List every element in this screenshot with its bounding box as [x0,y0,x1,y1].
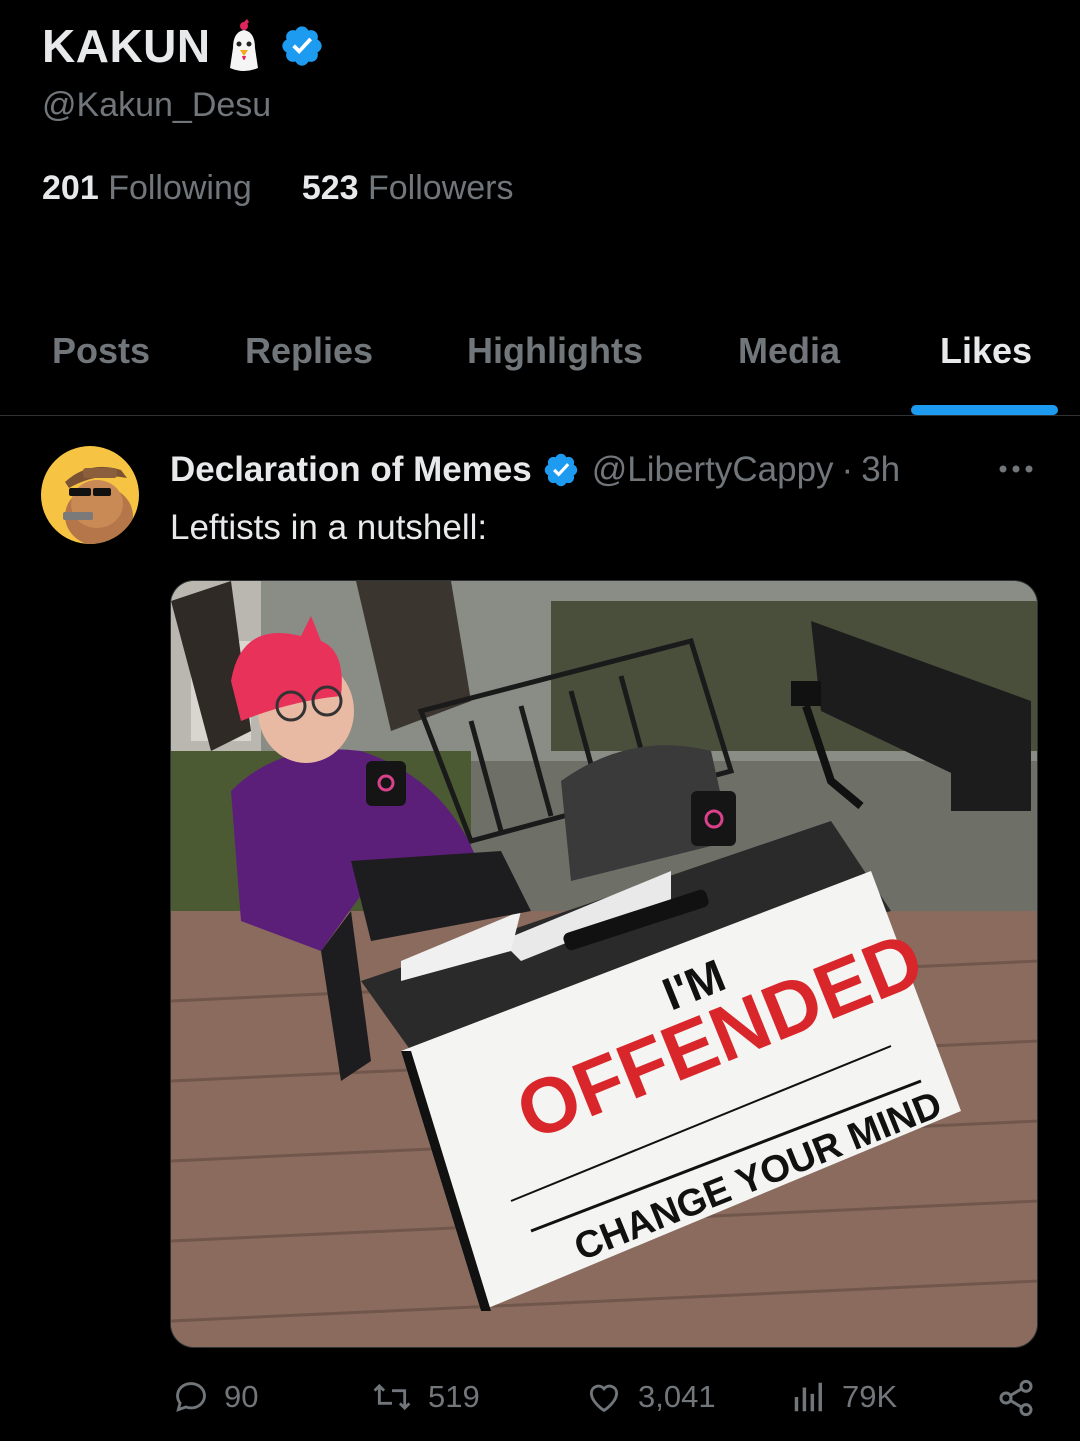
followers-count: 523 [301,169,359,207]
repost-button[interactable]: 519 [370,1378,480,1416]
views-count: 79K [842,1379,898,1414]
tab-posts[interactable]: Posts [52,330,150,372]
repost-count: 519 [428,1379,480,1414]
like-button[interactable]: 3,041 [584,1378,716,1416]
tab-replies[interactable]: Replies [245,330,373,372]
tweet-text: Leftists in a nutshell: [170,508,488,547]
tab-media[interactable]: Media [738,330,840,372]
profile-header: KAKUN @Kakun_Desu 201 Following 523 Foll… [42,16,1042,208]
following-label: Following [108,169,252,207]
tweet-author-handle[interactable]: @LibertyCappy [592,450,834,490]
share-icon [999,1379,1033,1417]
views-chart-icon [794,1382,822,1412]
like-count: 3,041 [638,1379,716,1414]
following-count: 201 [42,169,99,207]
tweet-action-bar: 90 519 3,041 79K [0,1378,1080,1438]
following-link[interactable]: 201 Following [42,169,252,208]
tweet-author-name[interactable]: Declaration of Memes [170,450,532,490]
followers-label: Followers [368,169,514,207]
tab-highlights[interactable]: Highlights [467,330,643,372]
repost-icon [373,1383,411,1411]
tweet-media-image[interactable]: I'M OFFENDED CHANGE YOUR MIND [170,580,1038,1348]
share-button[interactable] [996,1378,1050,1418]
profile-name-row: KAKUN [42,16,1042,76]
more-options-icon[interactable] [996,454,1036,484]
tweet[interactable]: Declaration of Memes @LibertyCappy · 3h … [0,418,1080,1441]
active-tab-indicator [911,405,1058,415]
tweet-timestamp[interactable]: 3h [861,450,900,490]
reply-count: 90 [224,1379,259,1414]
heart-icon [589,1384,619,1413]
reply-button[interactable]: 90 [172,1378,258,1416]
tab-likes[interactable]: Likes [940,330,1032,372]
followers-link[interactable]: 523 Followers [302,169,514,208]
chicken-emoji-icon [229,19,258,71]
separator-dot: · [841,450,854,489]
meme-image: I'M OFFENDED CHANGE YOUR MIND [171,581,1037,1347]
profile-handle: @Kakun_Desu [42,86,272,124]
verified-badge-icon [544,453,578,487]
verified-badge-icon [281,26,322,66]
views-button[interactable]: 79K [790,1378,897,1416]
profile-tabs: Posts Replies Highlights Media Likes [0,318,1080,416]
avatar[interactable] [41,446,139,544]
profile-stats: 201 Following 523 Followers [42,169,1042,208]
tweet-header: Declaration of Memes @LibertyCappy · 3h [170,450,900,490]
reply-icon [176,1382,206,1412]
capybara-avatar-icon [41,446,139,544]
profile-display-name: KAKUN [42,20,211,72]
